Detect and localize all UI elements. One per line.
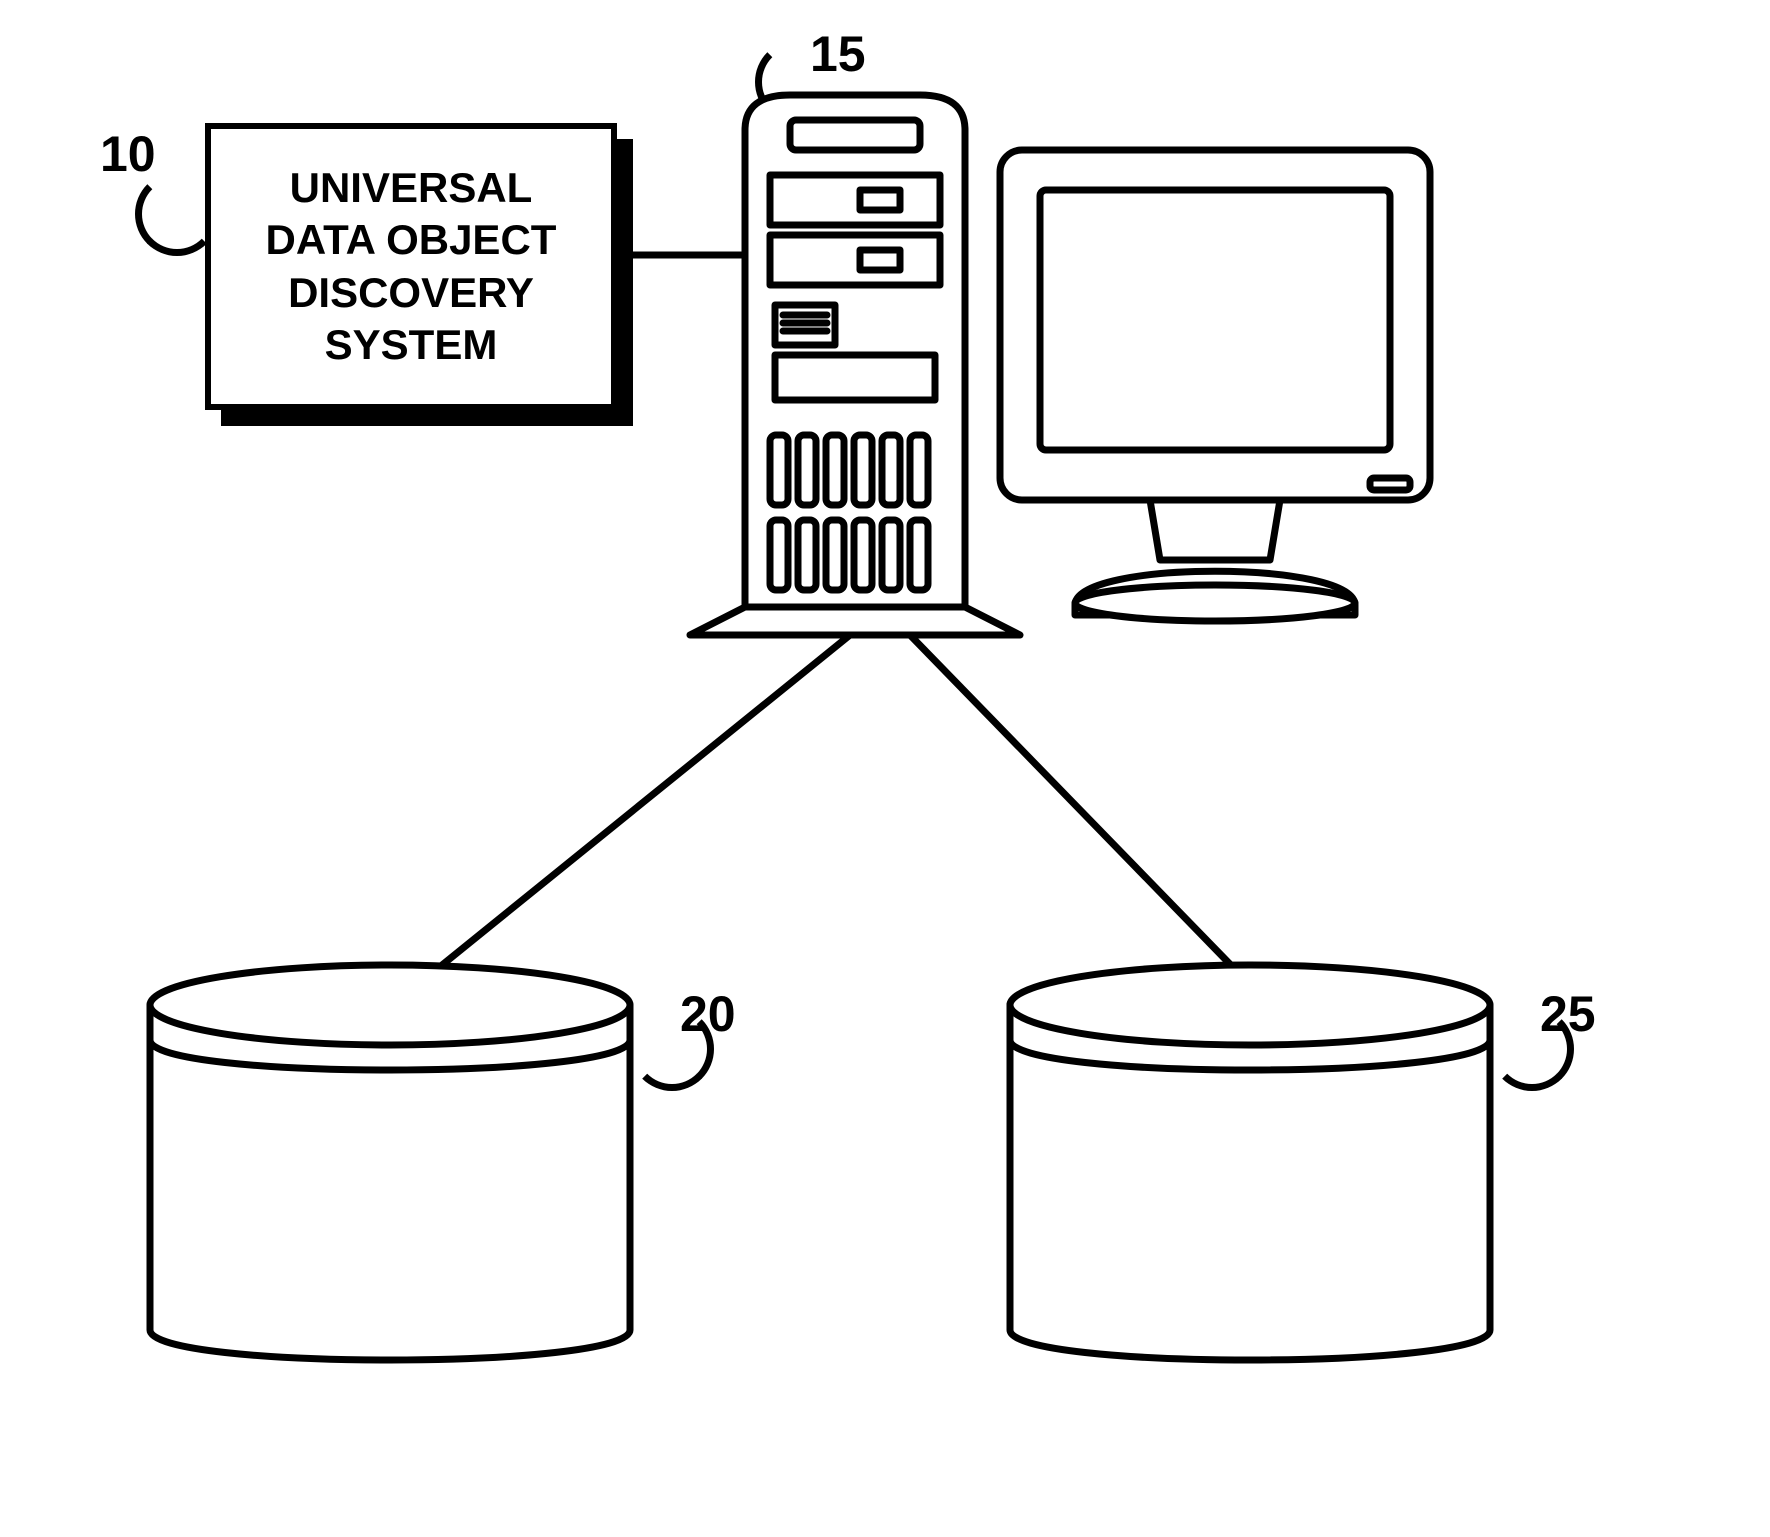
ref-db2-hook (1490, 1007, 1574, 1091)
diagram-canvas: UNIVERSAL DATA OBJECT DISCOVERY SYSTEM 1… (0, 0, 1770, 1537)
db2-label: DATA SOURCE 2 (1040, 1145, 1460, 1260)
udods-label: UNIVERSAL DATA OBJECT DISCOVERY SYSTEM (266, 162, 557, 372)
computer-tower-icon (690, 95, 1020, 635)
udods-line1: UNIVERSAL (290, 164, 533, 211)
db2-line2: 2 (1237, 1205, 1263, 1257)
db1-line2: 1 (377, 1205, 403, 1257)
db2-line1: DATA SOURCE (1086, 1147, 1415, 1199)
udods-box: UNIVERSAL DATA OBJECT DISCOVERY SYSTEM (205, 123, 617, 410)
udods-line3: DISCOVERY (288, 269, 534, 316)
udods-line4: SYSTEM (325, 321, 498, 368)
db1-line1: DATA SOURCE (226, 1147, 555, 1199)
db1-label: DATA SOURCE 1 (180, 1145, 600, 1260)
ref-udods-hook (135, 172, 219, 256)
computer-monitor-icon (1000, 150, 1430, 621)
ref-db1-hook (630, 1007, 714, 1091)
udods-line2: DATA OBJECT (266, 216, 557, 263)
ref-computer-hook (755, 40, 839, 124)
ref-udods: 10 (100, 125, 156, 183)
